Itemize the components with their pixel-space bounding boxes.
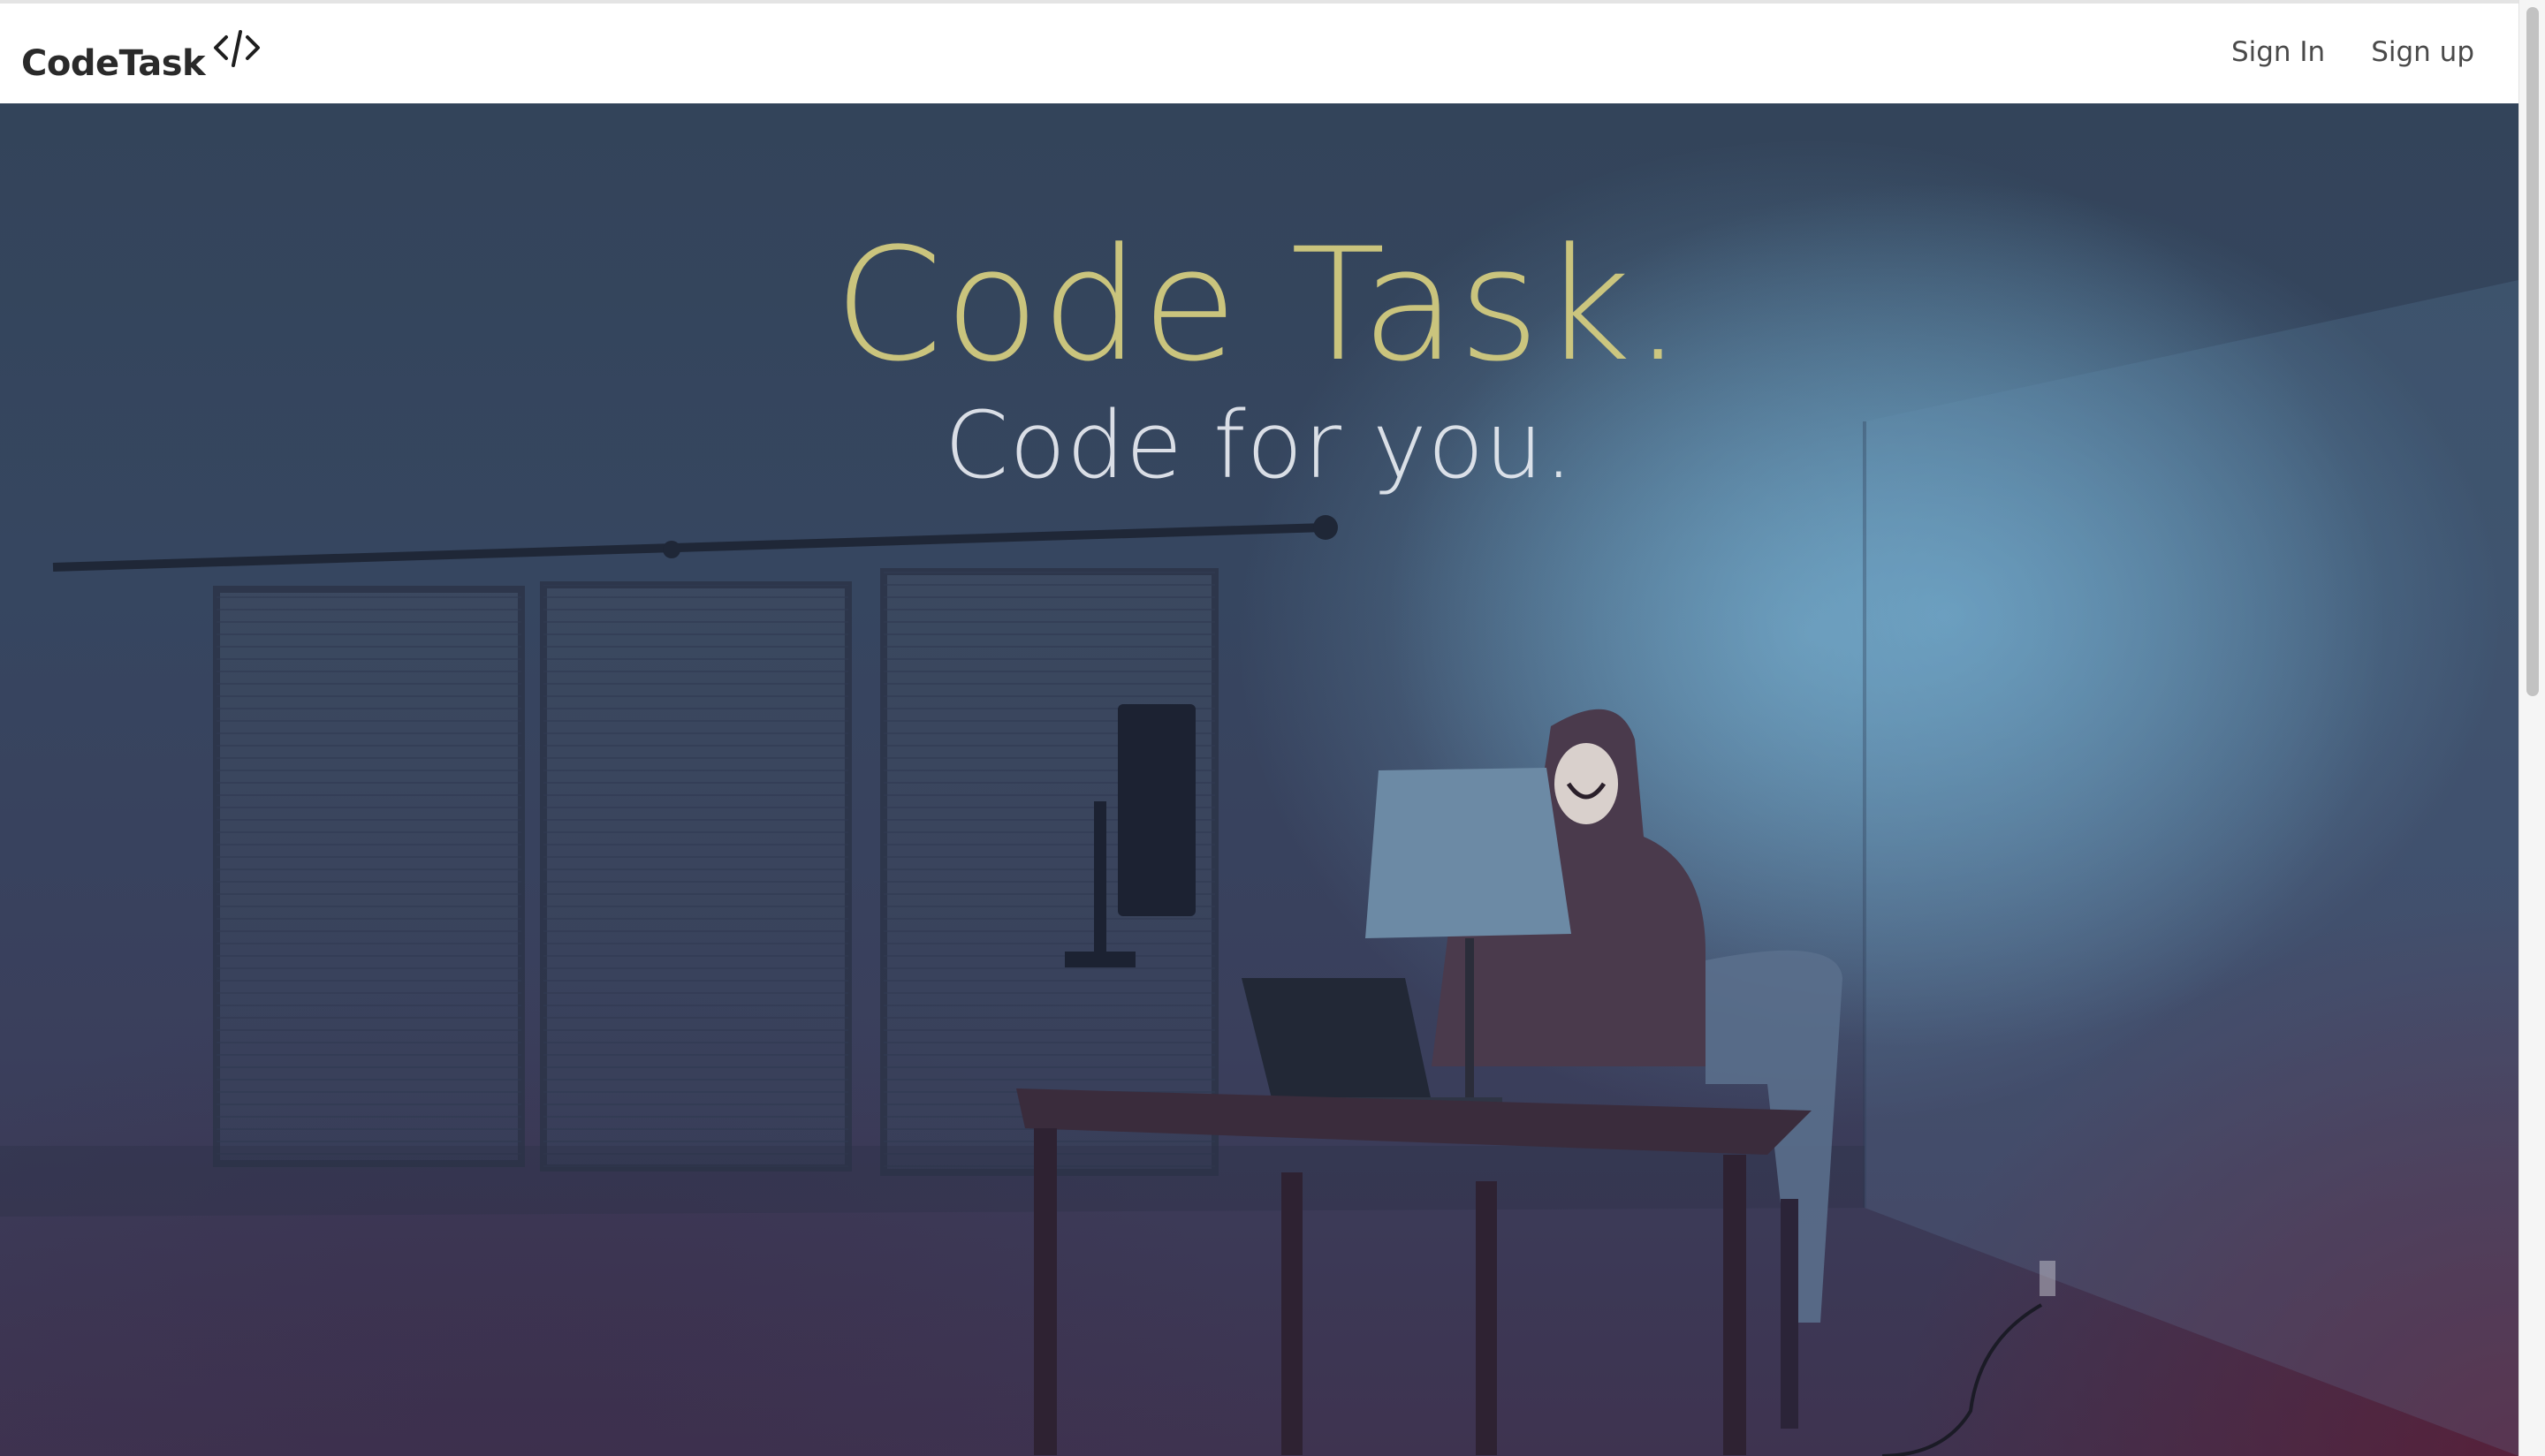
scrollbar-thumb[interactable]	[2526, 7, 2539, 696]
page: CodeTask Sign In Sign up Code Task. Code…	[0, 0, 2545, 1456]
brand-name: CodeTask	[21, 43, 206, 84]
hero-subtitle: Code for you.	[944, 391, 1575, 499]
nav-links: Sign In Sign up	[2231, 39, 2474, 66]
hero-section: Code Task. Code for you.	[0, 103, 2518, 1456]
code-brackets-icon	[214, 30, 261, 67]
brand-logo-link[interactable]: CodeTask	[21, 27, 263, 81]
vertical-scrollbar[interactable]	[2518, 0, 2545, 1456]
hero-title: Code Task.	[833, 215, 1685, 396]
navbar: CodeTask Sign In Sign up	[0, 4, 2518, 103]
sign-up-link[interactable]: Sign up	[2371, 39, 2474, 66]
sign-in-link[interactable]: Sign In	[2231, 39, 2325, 66]
